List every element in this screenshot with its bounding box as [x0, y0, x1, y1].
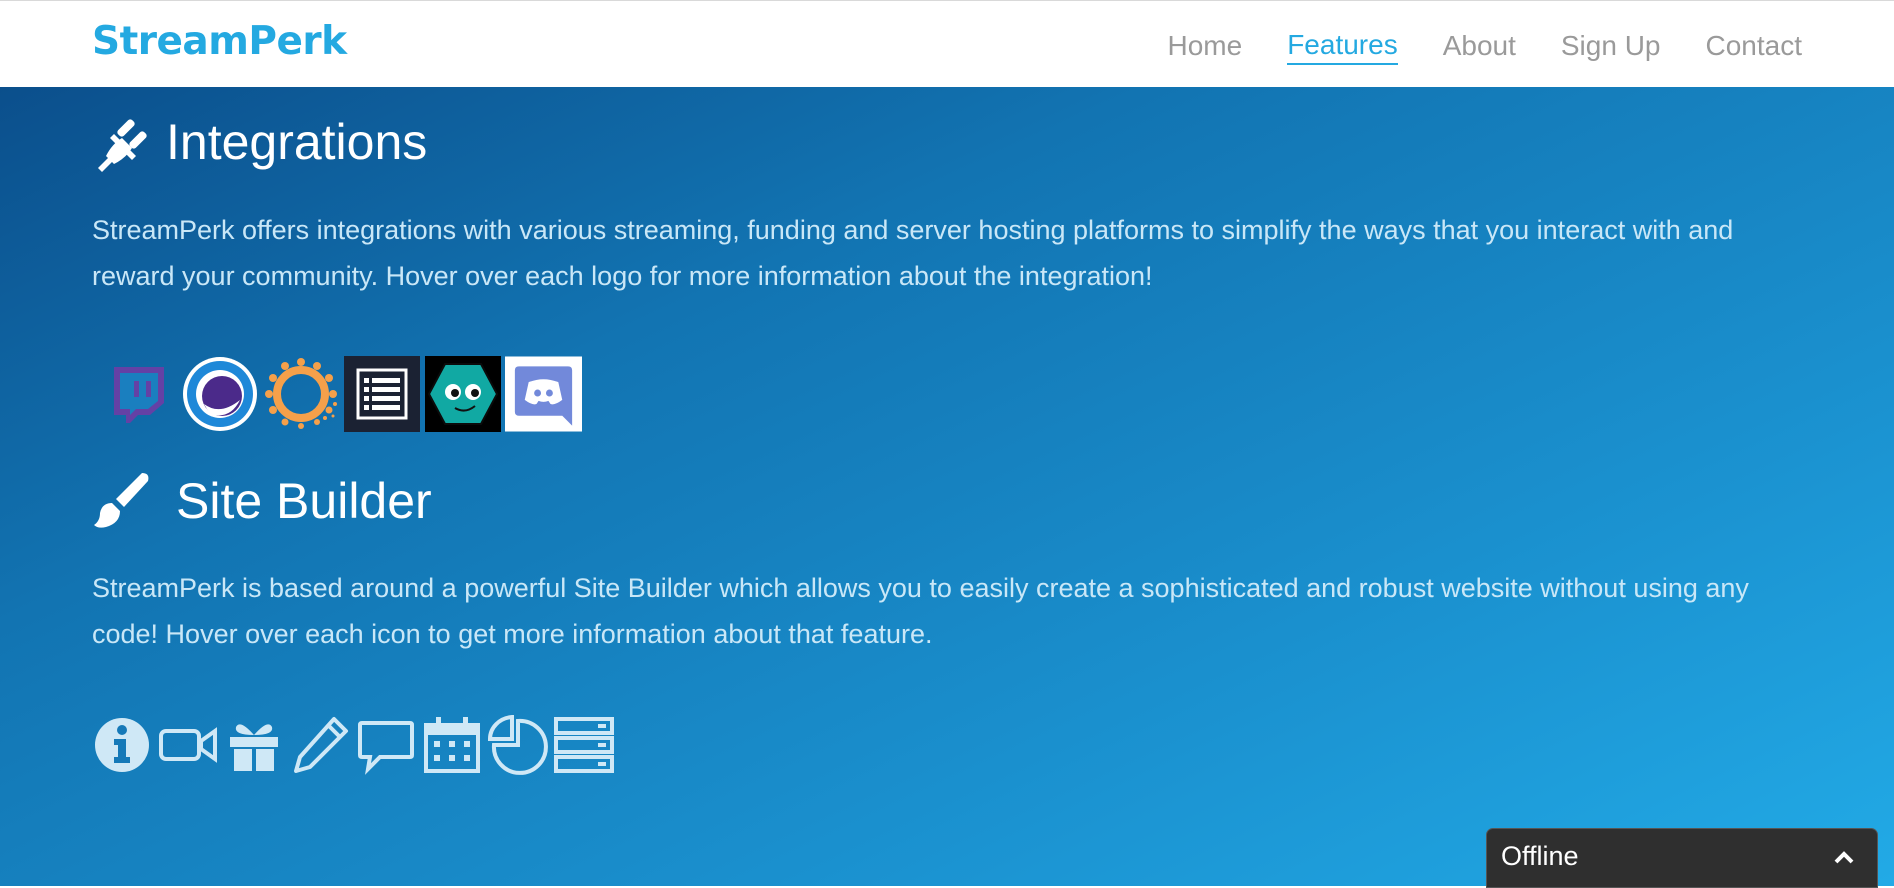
info-icon[interactable]	[92, 715, 152, 775]
navbar: StreamPerk Home Features About Sign Up C…	[0, 1, 1894, 87]
patreon-logo[interactable]	[262, 355, 339, 432]
discord-logo[interactable]	[505, 355, 582, 432]
twitch-logo[interactable]	[100, 355, 177, 432]
site-builder-description: StreamPerk is based around a powerful Si…	[92, 573, 1749, 649]
pencil-icon[interactable]	[290, 715, 350, 775]
paintbrush-icon	[94, 473, 149, 528]
calendar-icon[interactable]	[422, 715, 482, 775]
integrations-heading: Integrations	[92, 112, 427, 172]
main-nav: Home Features About Sign Up Contact	[1123, 1, 1803, 87]
nav-about[interactable]: About	[1443, 24, 1516, 64]
features-section: Integrations StreamPerk offers integrati…	[0, 87, 1894, 888]
nav-home[interactable]: Home	[1168, 24, 1243, 64]
streamelements-logo[interactable]	[181, 355, 258, 432]
discord-icon	[505, 355, 582, 432]
chat-widget[interactable]: Offline	[1486, 828, 1878, 888]
nav-sign-up[interactable]: Sign Up	[1561, 24, 1661, 64]
twitch-icon	[113, 366, 164, 423]
chevron-up-icon[interactable]	[1833, 849, 1855, 865]
pie-chart-icon[interactable]	[488, 715, 548, 775]
nav-contact[interactable]: Contact	[1706, 24, 1803, 64]
dotted-ring-icon	[264, 357, 337, 429]
integrations-title: Integrations	[166, 114, 428, 170]
site-builder-feature-icons	[92, 715, 614, 775]
list-server-logo[interactable]	[343, 355, 420, 432]
site-builder-heading: Site Builder	[92, 471, 432, 531]
nav-features[interactable]: Features	[1287, 23, 1398, 65]
plug-icon	[98, 119, 147, 172]
server-icon[interactable]	[554, 715, 614, 775]
integration-logos	[100, 355, 582, 432]
site-builder-title: Site Builder	[176, 473, 432, 529]
hexagon-bot-logo[interactable]	[424, 355, 501, 432]
chat-status-label: Offline	[1501, 841, 1579, 871]
integrations-description: StreamPerk offers integrations with vari…	[92, 215, 1734, 291]
list-icon	[343, 355, 420, 432]
hexagon-face-icon	[424, 355, 501, 432]
gift-icon[interactable]	[224, 715, 284, 775]
brand-logo[interactable]: StreamPerk	[92, 19, 347, 64]
chat-bubble-icon[interactable]	[356, 715, 416, 775]
streamelements-icon	[182, 356, 257, 431]
video-camera-icon[interactable]	[158, 715, 218, 775]
